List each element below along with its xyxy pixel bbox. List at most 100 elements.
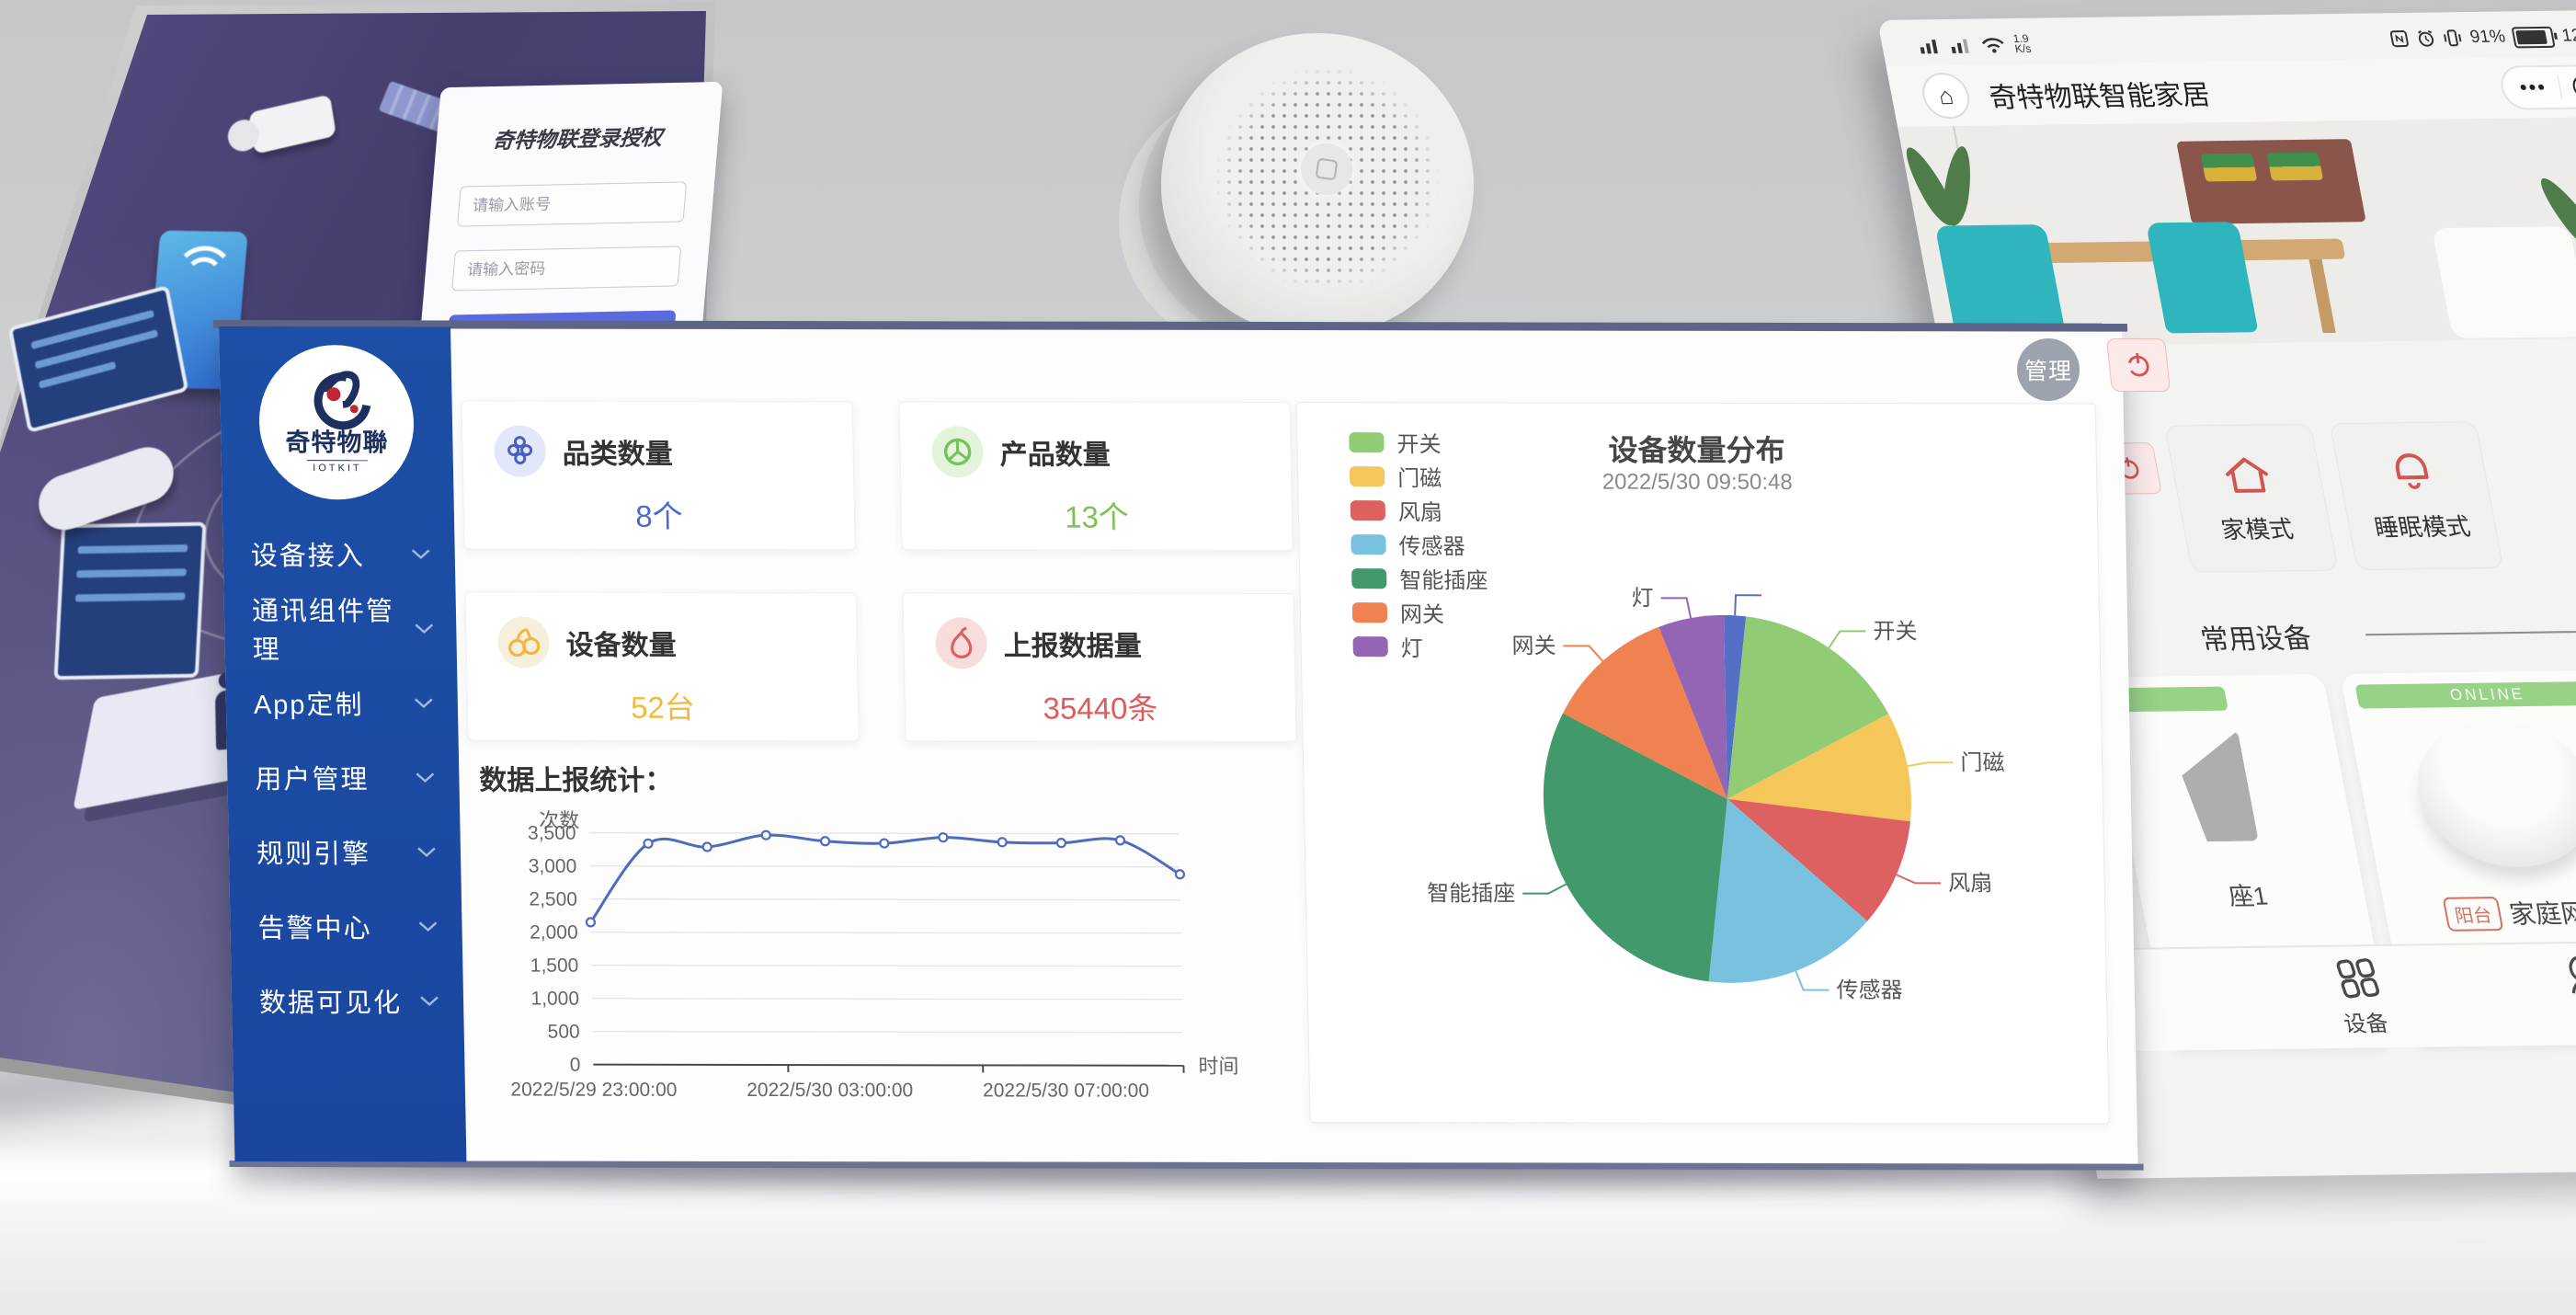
teal-chair [2146,222,2259,333]
svg-text:智能插座: 智能插座 [1427,881,1516,906]
status-ribbon: ONLINE [2355,681,2576,709]
user-icon [2559,955,2576,996]
stat-value: 8个 [463,491,854,536]
gateway-device-image [2405,718,2576,868]
speed-unit: K/s [2014,44,2032,54]
svg-text:1,500: 1,500 [530,955,579,977]
room-tag: 阳台 [2442,897,2503,932]
legend-label: 灯 [1400,630,1423,662]
wifi-icon [1979,35,2007,53]
logo-red-dot [326,387,340,401]
leaf [1940,143,1975,229]
bell-icon [2383,449,2441,496]
legend-item[interactable]: 门磁 [1350,459,1487,493]
screen-bar [75,592,186,601]
scene-card-label: 睡眠模式 [2371,508,2473,543]
logo-mark-icon [310,371,362,418]
password-input[interactable] [451,246,681,291]
svg-text:2022/5/29 23:00:00: 2022/5/29 23:00:00 [510,1080,677,1101]
report-line-chart: 05001,0001,5002,0002,5003,0003,5002022/5… [496,806,1248,1119]
house-icon [2216,452,2277,498]
dashboard-main: 品类数量 8个 产品数量 13个 设备数量 [450,326,2137,1164]
svg-text:传感器: 传感器 [1836,978,1903,1003]
screen-bar [77,544,188,554]
legend-swatch [1352,602,1387,623]
screen-bar [30,310,154,349]
home-banner-photo [1898,117,2576,348]
sidebar-item-label: App定制 [253,683,363,722]
svg-text:2022/5/30 03:00:00: 2022/5/30 03:00:00 [747,1080,913,1101]
sidebar-item-device-access[interactable]: 设备接入 [222,516,456,590]
alarm-icon [2415,29,2437,48]
stat-label: 产品数量 [999,431,1111,472]
plant [1898,144,2021,293]
chevron-down-icon [412,621,435,635]
stat-label: 上报数据量 [1003,623,1142,663]
stat-value: 13个 [901,492,1292,537]
device-name: 座1 [2225,876,2270,913]
chevron-down-icon [417,993,441,1008]
sidebar-item-data-visual[interactable]: 数据可见化 [231,963,464,1037]
manage-badge[interactable]: 管理 [2017,338,2080,401]
stat-value: 35440条 [905,683,1295,728]
device-distribution-card: 设备数量分布 2022/5/30 09:50:48 开关 门磁 风扇 传感器 智… [1296,402,2110,1125]
svg-text:3,000: 3,000 [528,856,576,877]
power-button[interactable] [2106,338,2171,392]
clock-time: 12:08 [2560,26,2576,47]
sidebar-item-comm-components[interactable]: 通讯组件管理 [224,590,458,665]
logo-subtitle: IOTKIT [307,460,368,474]
stat-card-products: 产品数量 13个 [899,401,1294,551]
monitor-illustration [8,285,189,433]
cherry-icon [497,617,550,669]
power-icon [2121,349,2156,381]
close-capsule-button[interactable] [2570,74,2576,98]
sidebar: 奇特物聯 IOTKIT 设备接入 通讯组件管理 App定制 用户管理 [219,326,466,1161]
svg-text:网关: 网关 [1511,634,1556,658]
chevron-down-icon [412,695,436,710]
legend-item[interactable]: 开关 [1349,425,1486,459]
legend-swatch [1352,636,1387,657]
account-input[interactable] [457,181,687,226]
tab-devices[interactable]: 设备 [2331,957,2390,1038]
signal-icon [1917,36,1944,54]
sidebar-item-user-mgmt[interactable]: 用户管理 [227,739,461,814]
sidebar-item-app-custom[interactable]: App定制 [225,665,459,739]
admin-dashboard: 奇特物聯 IOTKIT 设备接入 通讯组件管理 App定制 用户管理 [219,326,2138,1165]
scene-card-sleep-mode[interactable]: 睡眠模式 [2329,421,2503,570]
stat-card-devices: 设备数量 52台 [465,591,860,741]
login-title: 奇特物联登录授权 [463,119,692,154]
logo-red-dot [350,405,359,413]
stat-card-reports: 上报数据量 35440条 [903,592,1297,742]
speaker-center-cap [1301,143,1352,195]
home-button[interactable]: ⌂ [1919,73,1973,120]
sidebar-item-label: 通讯组件管理 [251,589,412,667]
scene-card-home-mode[interactable]: 家模式 [2164,424,2339,573]
sidebar-item-rule-engine[interactable]: 规则引擎 [228,814,462,888]
legend-swatch [1351,568,1386,589]
svg-text:2,500: 2,500 [529,889,577,910]
section-divider [2365,629,2576,635]
monitor-illustration [54,522,207,680]
screen-bar [39,361,117,389]
more-menu-button[interactable]: ••• [2517,75,2562,100]
socket-image [2173,731,2259,842]
svg-text:灯: 灯 [1631,586,1654,611]
stat-card-categories: 品类数量 8个 [462,400,856,550]
marketing-scene: 奇特物联登录授权 登录 1.9 K/s [0,0,2576,1315]
legend-swatch [1351,500,1385,520]
screen-bar [76,568,187,577]
tab-profile[interactable]: 我 [2559,955,2576,1035]
stat-label: 设备数量 [565,623,677,663]
app-title: 奇特物联智能家居 [1985,72,2213,115]
logo: 奇特物聯 IOTKIT [257,345,415,499]
grid-icon [2333,957,2381,999]
stat-value: 52台 [467,682,858,727]
sidebar-item-alert-center[interactable]: 告警中心 [230,888,463,963]
report-section-title: 数据上报统计： [479,757,673,797]
network-speed: 1.9 K/s [2012,34,2032,54]
chevron-down-icon [409,546,433,561]
chevron-down-icon [416,919,439,933]
legend-swatch [1350,466,1385,486]
svg-text:2022/5/30 07:00:00: 2022/5/30 07:00:00 [983,1080,1149,1101]
mini-program-navbar: ⌂ 奇特物联智能家居 ••• [1886,56,2576,127]
